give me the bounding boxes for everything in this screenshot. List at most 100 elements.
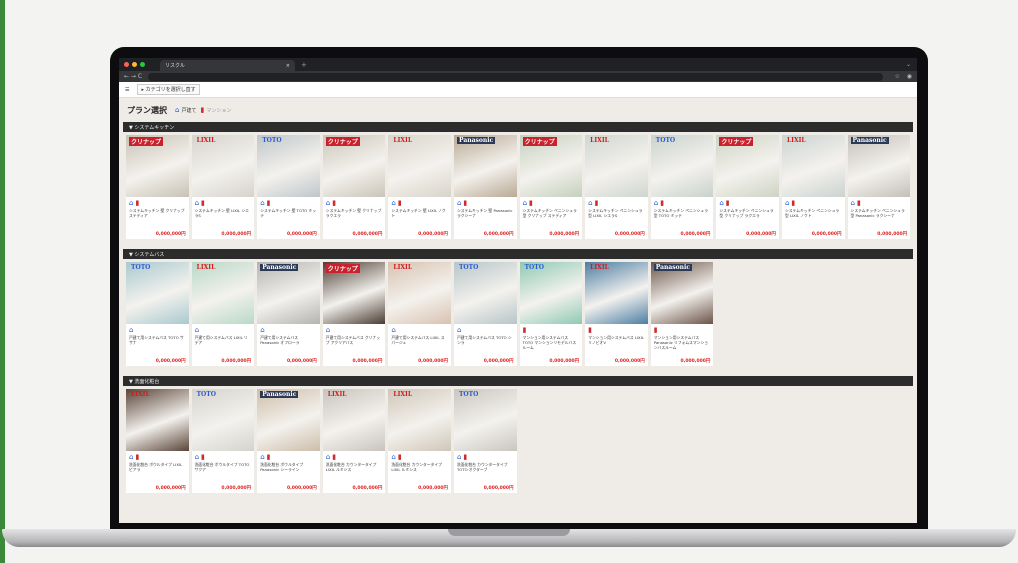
product-name: 戸建て用システムバス Panasonic オフローラ [260,335,300,345]
product-card[interactable]: LIXIL ⌂ ▮ 洗面化粧台 カウンタータイプ LIXIL ルミシス 0,000,00… [322,389,386,493]
brand-logo: Panasonic [260,391,299,398]
product-price: 0,000,000円 [877,232,908,237]
product-card[interactable]: LIXIL ⌂ ▮ 洗面化粧台 ボウルタイプ LIXIL ピアラ 0,000,000円 [126,389,189,493]
product-card[interactable]: LIXIL ⌂ ▮ システムキッチン ペニンシュラ型 LIXIL ノクト 0,000,0… [781,135,845,239]
product-card[interactable]: LIXIL ▮ マンション用システムバス LIXIL リノビオV 0,000,000円 [585,262,648,366]
product-price: 0,000,000円 [483,486,514,491]
url-field[interactable] [148,72,884,81]
product-card[interactable]: Panasonic ▮ マンション用システムバス Panasonic リフォムスマン… [650,262,714,366]
brand-logo: TOTO [131,264,151,271]
product-card[interactable]: LIXIL ⌂ ▮ システムキッチン ペニンシュラ型 LIXIL シエラS 0,000,… [585,135,648,239]
product-card[interactable]: TOTO ⌂ ▮ システムキッチン 壁 TOTO ミッテ 0,000,000円 [257,135,320,239]
product-price: 0,000,000円 [680,359,711,364]
product-card[interactable]: クリナップ ⌂ ▮ システムキッチン 壁 クリナップ ラクエラ 0,000,000円 [322,135,386,239]
product-name: システムキッチン ペニンシュラ型 LIXIL ノクト [784,208,840,218]
product-price: 0,000,000円 [221,486,252,491]
house-icon: ⌂ [522,199,528,207]
type-icons: ▮ [585,324,648,334]
product-name: 洗面化粧台 カウンタータイプ TOTO オクターブ [456,462,508,472]
brand-logo: Panasonic [456,137,496,144]
maximize-window-icon[interactable] [140,62,145,67]
close-window-icon[interactable] [124,62,129,67]
product-card[interactable]: Panasonic ⌂ ▮ システムキッチン 壁 Panasonic ラクシーナ 0,0… [453,135,517,239]
product-section: ▼ システムバス TOTO ⌂ 戸建て用システムバス TOTO サザナ 0,000,00… [123,249,913,366]
section-header[interactable]: ▼ システムキッチン [123,122,913,132]
product-card[interactable]: クリナップ ⌂ ▮ システムキッチン 壁 クリナップ ステディア 0,000,000円 [126,135,189,239]
product-photo: LIXIL [126,389,189,451]
brand-logo: LIXIL [590,137,609,144]
product-section: ▼ 洗面化粧台 LIXIL ⌂ ▮ 洗面化粧台 ボウルタイプ LIXIL ピアラ 0,00… [123,376,913,493]
laptop-notch [448,529,570,536]
product-card[interactable]: TOTO ⌂ ▮ システムキッチン ペニンシュラ型 TOTO ミッテ 0,000,000… [650,135,714,239]
brand-logo: Panasonic [653,264,692,271]
building-icon: ▮ [660,199,665,207]
brand-logo: TOTO [262,137,282,144]
product-photo: クリナップ [716,135,779,197]
section-header[interactable]: ▼ 洗面化粧台 [123,376,913,386]
product-photo: クリナップ [519,135,583,197]
brand-logo: TOTO [458,264,479,271]
product-card[interactable]: Panasonic ⌂ ▮ システムキッチン ペニンシュラ型 Panasonic ラク… [847,135,911,239]
product-card[interactable]: クリナップ ⌂ 戸建て用システムバス クリナップ アクリアバス 0,000,000円 [322,262,386,366]
product-card[interactable]: Panasonic ⌂ 戸建て用システムバス Panasonic オフローラ 0,00… [257,262,320,366]
legend-mansion-label: マンション [206,107,232,114]
title-bar: プラン選択 ⌂ 戸建て ▮ マンション [119,98,917,122]
legend: ⌂ 戸建て ▮ マンション [175,106,235,114]
minimize-window-icon[interactable] [132,62,137,67]
product-card[interactable]: TOTO ⌂ 戸建て用システムバス TOTO サザナ 0,000,000円 [126,262,189,366]
product-card[interactable]: クリナップ ⌂ ▮ システムキッチン ペニンシュラ型 クリナップ ラクエラ 0,000,… [716,135,779,239]
product-photo: TOTO [453,262,517,324]
type-icons: ⌂ ▮ [782,197,845,207]
building-icon: ▮ [266,453,271,461]
building-icon: ▮ [332,199,337,207]
product-card[interactable]: TOTO ⌂ 戸建て用システムバス TOTO シンラ 0,000,000円 [453,262,517,366]
section-header[interactable]: ▼ システムバス [123,249,913,259]
product-card[interactable]: LIXIL ⌂ ▮ システムキッチン 壁 LIXIL シエラS 0,000,000円 [191,135,255,239]
product-card[interactable]: クリナップ ⌂ ▮ システムキッチン ペニンシュラ型 クリナップ ステディア 0,000… [519,135,583,239]
product-photo: LIXIL [388,262,451,324]
house-icon: ⌂ [129,453,134,461]
product-card[interactable]: TOTO ⌂ ▮ 洗面化粧台 カウンタータイプ TOTO オクターブ 0,000,000… [453,389,517,493]
legend-house-label: 戸建て [181,107,197,114]
page-title: プラン選択 [127,105,167,115]
brand-logo: クリナップ [719,137,754,146]
product-name: システムキッチン 壁 LIXIL シエラS [194,208,249,218]
product-name: 洗面化粧台 ボウルタイプ Panasonic シーライン [260,462,304,472]
card-row: TOTO ⌂ 戸建て用システムバス TOTO サザナ 0,000,000円 LIXIL ⌂… [123,259,913,366]
navigation-icons[interactable]: ← → C [124,73,142,80]
house-icon: ⌂ [784,199,790,207]
profile-icon[interactable]: ◉ [907,73,912,80]
type-icons: ⌂ ▮ [192,197,255,207]
reselect-category-button[interactable]: ▸ カテゴリを選択し直す [137,84,200,95]
building-icon: ▮ [529,199,533,207]
type-icons: ▮ [520,324,583,334]
menu-icon[interactable]: ☰ [125,87,129,93]
building-icon: ▮ [397,199,402,207]
product-card[interactable]: Panasonic ⌂ ▮ 洗面化粧台 ボウルタイプ Panasonic シーライン 0… [257,389,320,493]
tab-menu-icon[interactable]: ⌄ [906,61,911,68]
house-icon: ⌂ [175,106,180,114]
product-card[interactable]: LIXIL ⌂ 戸建て用システムバス LIXIL リデア 0,000,000円 [191,262,255,366]
browser-tab[interactable]: リスクル × [160,60,295,71]
type-icons: ⌂ ▮ [257,197,320,207]
tab-close-icon[interactable]: × [286,63,290,69]
type-icons: ⌂ [192,324,255,334]
product-card[interactable]: LIXIL ⌂ ▮ システムキッチン 壁 LIXIL ノクト 0,000,000円 [388,135,451,239]
product-card[interactable]: TOTO ⌂ ▮ 洗面化粧台 ボウルタイプ TOTO サクア 0,000,000円 [191,389,255,493]
product-card[interactable]: LIXIL ⌂ ▮ 洗面化粧台 カウンタータイプ LIXIL ルミシス 0,000,00… [388,389,451,493]
building-icon: ▮ [463,453,468,461]
new-tab-icon[interactable]: + [301,61,307,69]
product-photo: クリナップ [322,262,386,324]
product-price: 0,000,000円 [155,359,186,364]
web-page: ☰ ▸ カテゴリを選択し直す プラン選択 ⌂ 戸建て ▮ マンション ▼ システムキ… [119,82,917,523]
brand-logo: LIXIL [393,264,413,271]
product-card[interactable]: LIXIL ⌂ 戸建て用システムバス LIXIL スパージュ 0,000,000円 [388,262,451,366]
type-icons: ⌂ ▮ [388,197,451,207]
bookmark-star-icon[interactable]: ☆ [894,73,899,80]
product-photo: LIXIL [388,135,451,197]
product-card[interactable]: TOTO ▮ マンション用システムバス TOTO マンションリモデルバスルーム 0,0… [519,262,583,366]
product-price: 0,000,000円 [286,232,317,237]
building-icon: ▮ [201,199,205,207]
product-photo: Panasonic [257,389,320,451]
house-icon: ⌂ [850,199,855,207]
